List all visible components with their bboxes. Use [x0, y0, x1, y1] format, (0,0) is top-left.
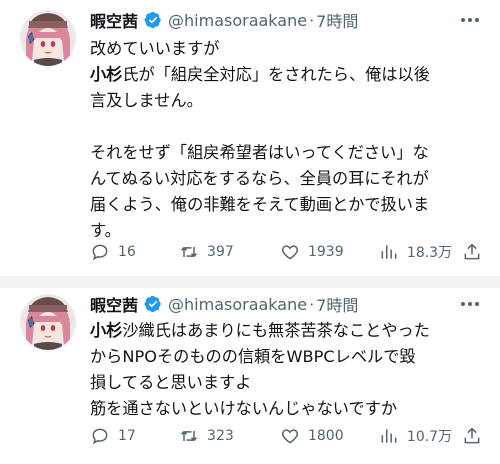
heart-icon: [281, 429, 298, 444]
views-count: 18.3万: [406, 245, 453, 261]
text-segment: 改めていいますが: [90, 39, 220, 58]
text-segment: それをせず「組戻希望者はいってください」な: [90, 143, 429, 162]
like-button[interactable]: 1800: [280, 426, 379, 446]
handle[interactable]: @himasoraakane: [168, 11, 307, 30]
like-count: 1939: [307, 244, 344, 260]
timestamp[interactable]: 7時間: [316, 292, 358, 316]
mention-name: 小杉: [90, 65, 123, 84]
text-line: それをせず「組戻希望者はいってください」な: [90, 140, 486, 166]
text-segment: からNPOそのものの信頼をWBPCレベルで毀: [90, 347, 416, 366]
text-line: す。: [90, 218, 486, 244]
retweet-count: 323: [207, 428, 234, 444]
separator: ·: [309, 10, 315, 30]
share-button[interactable]: [462, 426, 482, 446]
tweet-text: 改めていいますが 小杉氏が「組戻全対応」をされたら、俺は以後 言及しません。 そ…: [90, 36, 486, 244]
views-count: 10.7万: [406, 429, 453, 445]
text-segment: 沙織氏はあまりにも無茶苦茶なことやった: [122, 321, 430, 340]
mention-name: 小杉: [90, 321, 123, 340]
views-button[interactable]: 10.7万: [379, 426, 462, 446]
retweet-button[interactable]: 397: [179, 242, 280, 262]
display-name[interactable]: 暇空茜: [90, 8, 138, 32]
handle[interactable]: @himasoraakane: [168, 295, 307, 314]
avatar[interactable]: [20, 294, 76, 350]
views-bar-chart-icon: [381, 245, 397, 259]
reply-bubble-icon: [92, 428, 108, 445]
reply-count: 16: [118, 244, 136, 260]
action-bar: 17 323 1800 10.7万: [90, 426, 482, 446]
divider: [0, 276, 500, 288]
like-count: 1800: [307, 428, 344, 444]
text-line: からNPOそのものの信頼をWBPCレベルで毀: [90, 344, 486, 370]
text-segment: んてぬるい対応をするなら、全員の耳にそれが: [90, 169, 429, 188]
retweet-arrows-icon: [181, 430, 198, 442]
text-line: 損してると思いますよ: [90, 370, 486, 396]
avatar[interactable]: [20, 10, 76, 66]
text-line: 筋を通さないといけないんじゃないですか: [90, 396, 486, 422]
text-line: 改めていいますが: [90, 36, 486, 62]
text-segment: 筋を通さないといけないんじゃないですか: [90, 399, 398, 418]
more-horizontal-icon[interactable]: [458, 292, 482, 316]
reply-button[interactable]: 16: [90, 242, 179, 262]
like-button[interactable]: 1939: [280, 242, 379, 262]
text-segment: 届くよう、俺の非難をそえて動画とかで扱いま: [90, 195, 430, 214]
text-line: 小杉氏が「組戻全対応」をされたら、俺は以後: [90, 62, 486, 88]
share-button[interactable]: [462, 242, 482, 262]
share-upload-icon: [464, 427, 480, 444]
share-upload-icon: [464, 243, 480, 260]
tweet-text: 小杉沙織氏はあまりにも無茶苦茶なことやった からNPOそのものの信頼をWBPCレ…: [90, 318, 486, 422]
more-horizontal-icon[interactable]: [458, 8, 482, 32]
views-button[interactable]: 18.3万: [379, 242, 462, 262]
retweet-button[interactable]: 323: [179, 426, 280, 446]
heart-icon: [281, 245, 298, 260]
display-name[interactable]: 暇空茜: [90, 292, 138, 316]
reply-button[interactable]: 17: [90, 426, 179, 446]
text-segment: す。: [90, 221, 121, 240]
text-line: 届くよう、俺の非難をそえて動画とかで扱いま: [90, 192, 486, 218]
timestamp[interactable]: 7時間: [316, 8, 358, 32]
text-line: 言及しません。: [90, 88, 486, 114]
text-segment: 損してると思いますよ: [90, 373, 252, 392]
reply-count: 17: [118, 428, 136, 444]
text-segment: 言及しません。: [90, 91, 203, 110]
reply-bubble-icon: [92, 244, 108, 261]
action-bar: 16 397 1939 18.3万: [90, 242, 482, 262]
text-line: 小杉沙織氏はあまりにも無茶苦茶なことやった: [90, 318, 486, 344]
separator: ·: [309, 294, 315, 314]
retweet-arrows-icon: [181, 246, 198, 258]
retweet-count: 397: [207, 244, 234, 260]
tweet[interactable]: 暇空茜 @himasoraakane · 7時間 改めていいますが 小杉氏が「組…: [0, 0, 500, 276]
verified-badge-icon: [144, 295, 162, 313]
tweet[interactable]: 暇空茜 @himasoraakane · 7時間 小杉沙織氏はあまりにも無茶苦茶…: [0, 288, 500, 464]
text-line: んてぬるい対応をするなら、全員の耳にそれが: [90, 166, 486, 192]
text-segment: 氏が「組戻全対応」をされたら、俺は以後: [122, 65, 430, 84]
views-bar-chart-icon: [381, 429, 397, 443]
verified-badge-icon: [144, 11, 162, 29]
